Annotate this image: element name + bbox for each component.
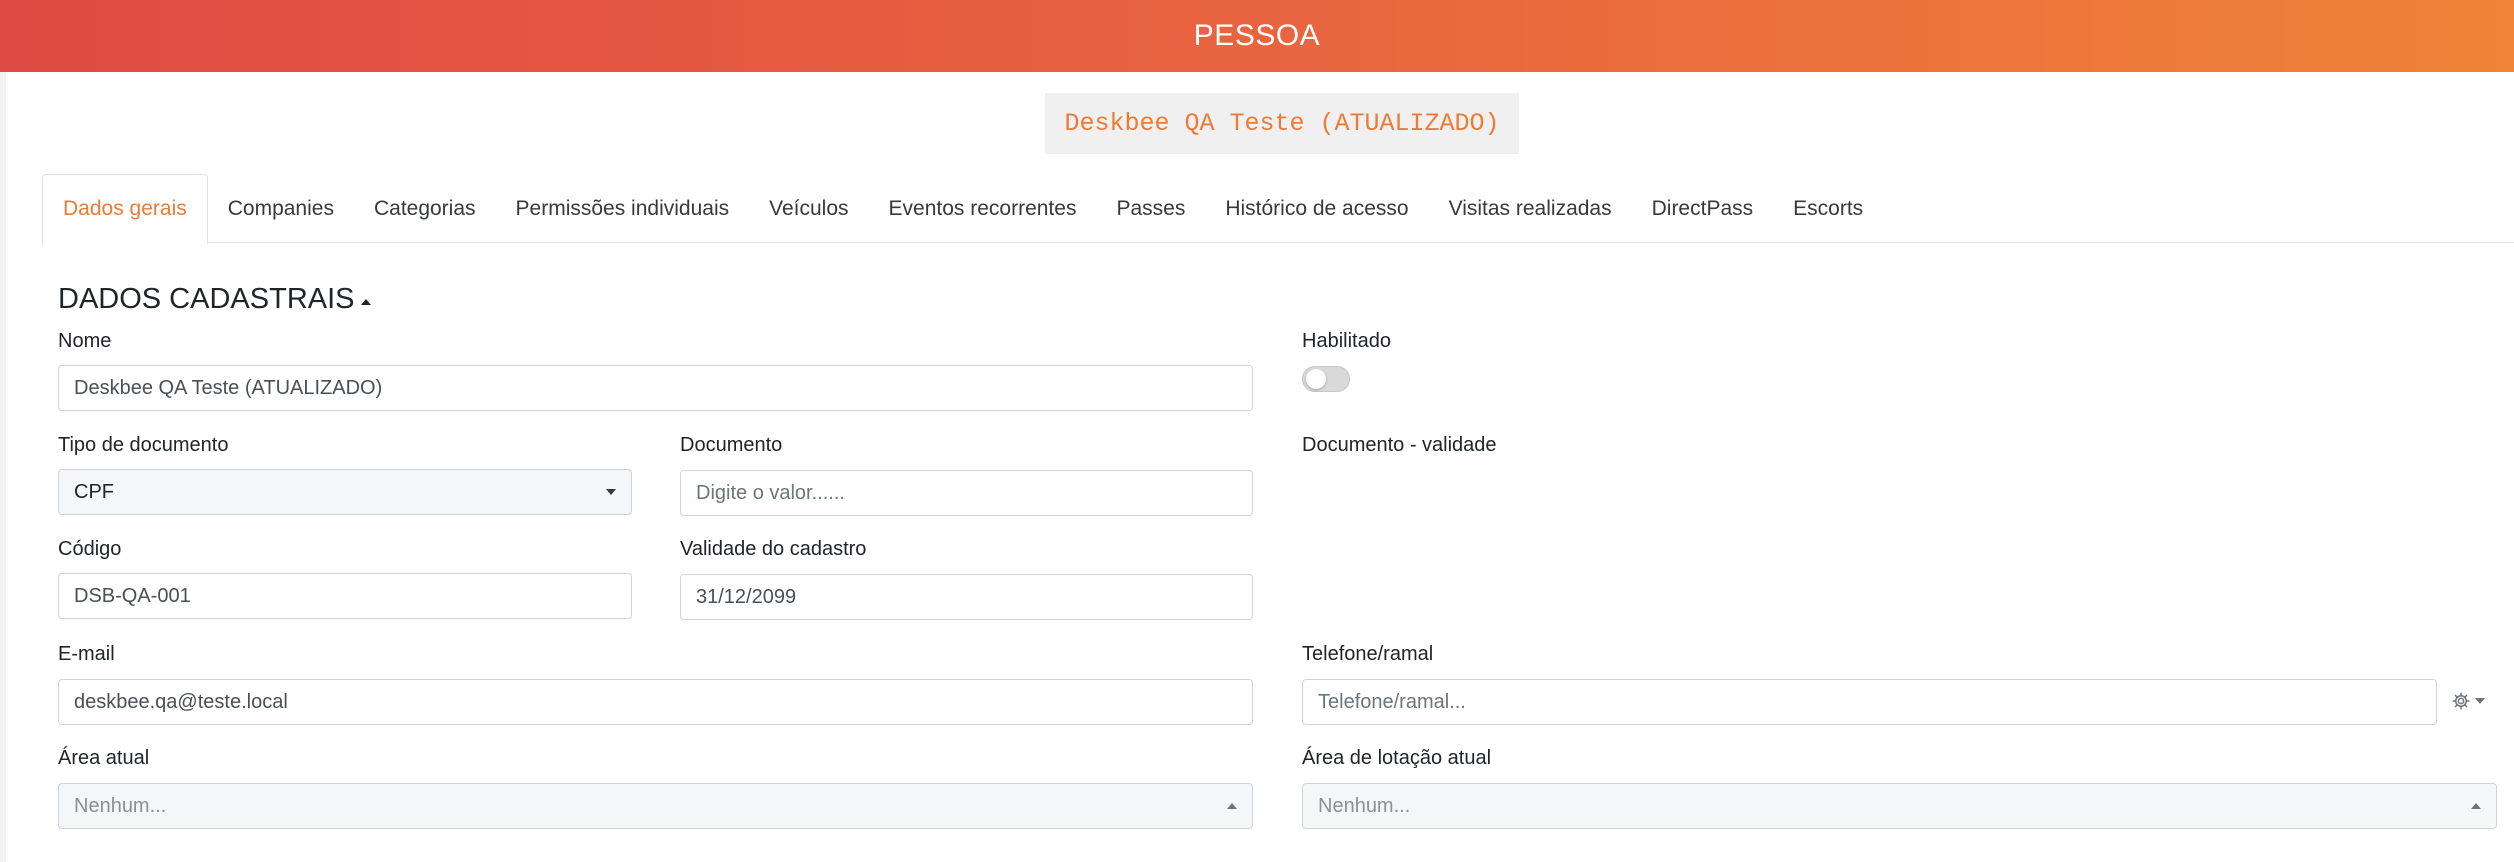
- telefone-settings-button[interactable]: [2446, 686, 2490, 716]
- chevron-down-icon: [606, 489, 616, 495]
- caret-up-icon: [2471, 803, 2481, 809]
- person-name-badge: Deskbee QA Teste (ATUALIZADO): [1045, 93, 1519, 154]
- section-title: DADOS CADASTRAIS: [58, 283, 355, 315]
- nome-input[interactable]: Deskbee QA Teste (ATUALIZADO): [58, 365, 1253, 411]
- validade-cadastro-label: Validade do cadastro: [680, 538, 867, 560]
- area-atual-select[interactable]: Nenhum...: [58, 783, 1253, 829]
- habilitado-label: Habilitado: [1302, 330, 1391, 352]
- page-title: PESSOA: [1193, 19, 1321, 52]
- area-atual-label: Área atual: [58, 747, 150, 769]
- codigo-input[interactable]: DSB-QA-001: [58, 573, 632, 619]
- tab-historico-acesso[interactable]: Histórico de acesso: [1205, 174, 1428, 243]
- area-lotacao-select[interactable]: Nenhum...: [1302, 783, 2497, 829]
- chevron-down-icon: [2475, 698, 2485, 704]
- documento-label: Documento: [680, 434, 783, 456]
- tab-categorias[interactable]: Categorias: [354, 174, 496, 243]
- tab-passes[interactable]: Passes: [1096, 174, 1205, 243]
- email-input[interactable]: deskbee.qa@teste.local: [58, 679, 1253, 725]
- caret-up-icon: [360, 298, 371, 305]
- section-toggle-dados-cadastrais[interactable]: DADOS CADASTRAIS: [58, 283, 371, 316]
- telefone-input[interactable]: Telefone/ramal...: [1302, 679, 2437, 725]
- telefone-label: Telefone/ramal: [1302, 643, 1434, 665]
- tab-escorts[interactable]: Escorts: [1773, 174, 1883, 243]
- codigo-label: Código: [58, 538, 122, 560]
- toggle-knob: [1306, 369, 1326, 389]
- tab-dados-gerais[interactable]: Dados gerais: [42, 174, 208, 244]
- area-lotacao-label: Área de lotação atual: [1302, 747, 1492, 769]
- email-label: E-mail: [58, 643, 115, 665]
- documento-input[interactable]: Digite o valor......: [680, 470, 1253, 516]
- area-lotacao-placeholder: Nenhum...: [1318, 794, 1411, 817]
- page-header: PESSOA: [0, 0, 2514, 72]
- caret-up-icon: [1227, 803, 1237, 809]
- nome-label: Nome: [58, 330, 112, 352]
- tab-visitas-realizadas[interactable]: Visitas realizadas: [1429, 174, 1632, 243]
- documento-validade-label: Documento - validade: [1302, 434, 1497, 456]
- tab-directpass[interactable]: DirectPass: [1632, 174, 1774, 243]
- tab-eventos-recorrentes[interactable]: Eventos recorrentes: [869, 174, 1097, 243]
- left-edge-shadow: [0, 72, 6, 862]
- tab-bar: Dados gerais Companies Categorias Permis…: [42, 174, 2514, 244]
- tab-permissoes-individuais[interactable]: Permissões individuais: [496, 174, 750, 243]
- validade-cadastro-input[interactable]: 31/12/2099: [680, 574, 1253, 620]
- gear-icon: [2452, 692, 2470, 710]
- area-atual-placeholder: Nenhum...: [74, 794, 167, 817]
- tab-veiculos[interactable]: Veículos: [749, 174, 868, 243]
- tipo-documento-label: Tipo de documento: [58, 434, 229, 456]
- tab-companies[interactable]: Companies: [208, 174, 354, 243]
- tipo-documento-value: CPF: [74, 480, 114, 503]
- tipo-documento-select[interactable]: CPF: [58, 469, 632, 515]
- habilitado-toggle[interactable]: [1302, 366, 1350, 392]
